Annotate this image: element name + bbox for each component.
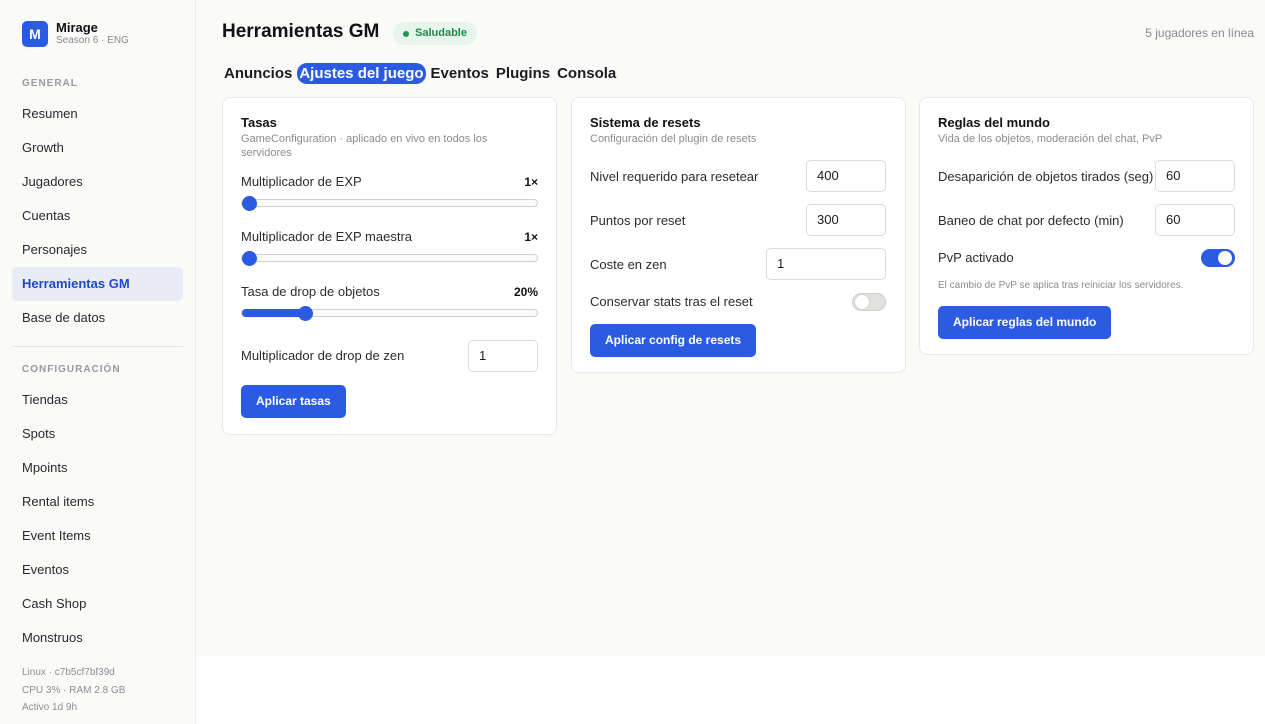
system-uptime: Activo 1d 9h: [22, 702, 78, 713]
reset-level-label: Nivel requerido para resetear: [590, 169, 759, 184]
system-info: Linux · c7b5cf7bf39d CPU 3% · RAM 2.8 GB…: [22, 664, 125, 717]
pvp-toggle[interactable]: [1201, 249, 1235, 267]
zen-drop-input[interactable]: 1: [468, 340, 538, 372]
pvp-label: PvP activado: [938, 250, 1014, 265]
rates-subtitle: GameConfiguration · aplicado en vivo en …: [241, 133, 488, 159]
reset-zen-input[interactable]: 1: [766, 248, 886, 280]
sidebar-item-herramientas-gm[interactable]: Herramientas GM: [12, 267, 183, 301]
system-host: Linux · c7b5cf7bf39d: [22, 667, 115, 678]
reset-level-input[interactable]: 400: [806, 160, 886, 192]
drop-despawn-input[interactable]: 60: [1155, 160, 1235, 192]
pvp-note: El cambio de PvP se aplica tras reinicia…: [938, 280, 1184, 291]
drop-rate-slider-fill: [242, 309, 306, 317]
exp-value: 1×: [524, 175, 538, 189]
status-dot-icon: [403, 31, 409, 37]
resets-subtitle: Configuración del plugin de resets: [590, 133, 757, 145]
sidebar-item-monstruos[interactable]: Monstruos: [12, 621, 183, 655]
players-online: 5 jugadores en línea: [1145, 26, 1254, 40]
master-exp-slider[interactable]: [241, 250, 538, 266]
brand-subtitle: Season 6 · ENG: [56, 35, 129, 46]
drop-rate-slider[interactable]: [241, 305, 538, 321]
pvp-toggle-knob: [1218, 251, 1232, 265]
drop-rate-slider-thumb[interactable]: [298, 305, 313, 321]
master-exp-value: 1×: [524, 230, 538, 244]
resets-card: Sistema de resets Configuración del plug…: [571, 97, 906, 373]
chat-ban-input[interactable]: 60: [1155, 204, 1235, 236]
tab-bar: Anuncios Ajustes del juego Eventos Plugi…: [222, 63, 621, 84]
tab-consola[interactable]: Consola: [555, 63, 618, 84]
brand-name: Mirage: [56, 20, 98, 35]
sidebar-item-rental-items[interactable]: Rental items: [12, 485, 183, 519]
world-subtitle: Vida de los objetos, moderación del chat…: [938, 133, 1163, 145]
drop-rate-value: 20%: [513, 285, 538, 299]
status-badge: Saludable: [393, 22, 477, 45]
reset-points-label: Puntos por reset: [590, 213, 686, 228]
resets-title: Sistema de resets: [590, 115, 701, 130]
sidebar-item-eventos[interactable]: Eventos: [12, 553, 183, 587]
sidebar-divider: [12, 346, 183, 347]
exp-label: Multiplicador de EXP: [241, 174, 362, 189]
keep-stats-toggle-knob: [855, 295, 869, 309]
apply-rates-button[interactable]: Aplicar tasas: [241, 385, 346, 418]
drop-despawn-label: Desaparición de objetos tirados (seg): [938, 169, 1154, 184]
nav-config: Tiendas Spots Mpoints Rental items Event…: [12, 383, 183, 655]
exp-slider[interactable]: [241, 195, 538, 211]
brand-text: Mirage Season 6 · ENG: [56, 20, 129, 47]
drop-rate-label: Tasa de drop de objetos: [241, 284, 380, 299]
keep-stats-label: Conservar stats tras el reset: [590, 294, 753, 309]
section-title-config: CONFIGURACIÓN: [22, 364, 121, 375]
sidebar-item-tiendas[interactable]: Tiendas: [12, 383, 183, 417]
sidebar-item-spots[interactable]: Spots: [12, 417, 183, 451]
world-rules-card: Reglas del mundo Vida de los objetos, mo…: [919, 97, 1254, 355]
keep-stats-toggle[interactable]: [852, 293, 886, 311]
tab-plugins[interactable]: Plugins: [494, 63, 552, 84]
apply-resets-button[interactable]: Aplicar config de resets: [590, 324, 757, 357]
reset-zen-label: Coste en zen: [590, 257, 667, 272]
tab-eventos[interactable]: Eventos: [429, 63, 491, 84]
sidebar-item-jugadores[interactable]: Jugadores: [12, 165, 183, 199]
chat-ban-label: Baneo de chat por defecto (min): [938, 213, 1124, 228]
sidebar: M Mirage Season 6 · ENG GENERAL Resumen …: [0, 0, 196, 724]
main-content: Herramientas GM Saludable 5 jugadores en…: [196, 0, 1265, 656]
sidebar-item-resumen[interactable]: Resumen: [12, 97, 183, 131]
system-resources: CPU 3% · RAM 2.8 GB: [22, 684, 126, 696]
brand-logo: M: [22, 20, 48, 47]
sidebar-item-cuentas[interactable]: Cuentas: [12, 199, 183, 233]
rates-card: Tasas GameConfiguration · aplicado en vi…: [222, 97, 557, 435]
rates-title: Tasas: [241, 115, 277, 130]
sidebar-item-base-de-datos[interactable]: Base de datos: [12, 301, 183, 335]
zen-drop-label: Multiplicador de drop de zen: [241, 348, 405, 363]
sidebar-item-personajes[interactable]: Personajes: [12, 233, 183, 267]
tab-ajustes-del-juego[interactable]: Ajustes del juego: [297, 63, 426, 84]
brand[interactable]: M Mirage Season 6 · ENG: [22, 20, 129, 47]
apply-world-rules-button[interactable]: Aplicar reglas del mundo: [938, 306, 1112, 339]
tab-anuncios[interactable]: Anuncios: [222, 63, 294, 84]
sidebar-item-event-items[interactable]: Event Items: [12, 519, 183, 553]
master-exp-label: Multiplicador de EXP maestra: [241, 229, 413, 244]
sidebar-item-growth[interactable]: Growth: [12, 131, 183, 165]
section-title-general: GENERAL: [22, 78, 78, 89]
nav-general: Resumen Growth Jugadores Cuentas Persona…: [12, 97, 183, 335]
exp-slider-thumb[interactable]: [242, 195, 257, 211]
sidebar-item-mpoints[interactable]: Mpoints: [12, 451, 183, 485]
status-text: Saludable: [415, 27, 467, 39]
master-exp-slider-thumb[interactable]: [242, 250, 257, 266]
reset-points-input[interactable]: 300: [806, 204, 886, 236]
world-title: Reglas del mundo: [938, 115, 1050, 130]
sidebar-item-cash-shop[interactable]: Cash Shop: [12, 587, 183, 621]
page-title: Herramientas GM: [222, 21, 380, 42]
